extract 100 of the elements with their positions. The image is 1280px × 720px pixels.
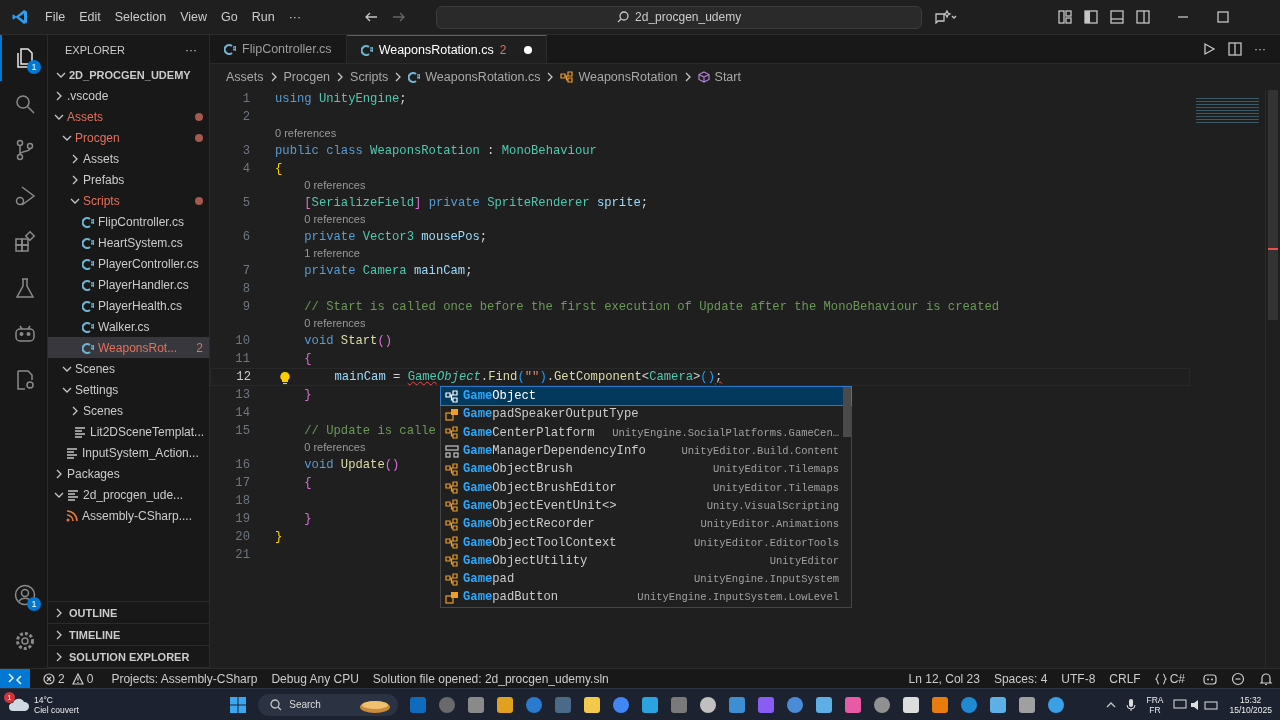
codelens-reference[interactable]: 0 references (304, 213, 366, 225)
menu-item[interactable]: View (173, 8, 214, 26)
explorer-root-item[interactable]: 2D_PROCGEN_UDEMY (48, 64, 209, 85)
round-app-icon[interactable] (525, 695, 544, 714)
bell-icon[interactable] (1259, 671, 1273, 686)
folder-tree-row[interactable]: Procgen (48, 127, 209, 148)
folder-tree-row[interactable]: Scripts (48, 190, 209, 211)
document-tree-row[interactable]: Walker.cs (48, 316, 209, 337)
folder-tree-row[interactable]: Scenes (48, 358, 209, 379)
square-app-icon[interactable] (815, 695, 834, 714)
menu-item[interactable]: Selection (107, 8, 174, 26)
square-app-icon[interactable] (989, 695, 1008, 714)
menu-item[interactable]: Edit (72, 8, 108, 26)
square-app-icon[interactable] (641, 695, 660, 714)
menu-item[interactable]: File (38, 8, 73, 26)
scrollbar-thumb[interactable] (1268, 90, 1278, 320)
split-editor-icon[interactable] (1228, 42, 1242, 56)
square-app-icon[interactable] (931, 695, 950, 714)
folder-tree-row[interactable]: .vscode (48, 85, 209, 106)
suggestion-item[interactable]: GameManagerDependencyInfo UnityEditor.Build.Content (441, 441, 851, 461)
document-tree-row[interactable]: HeartSystem.cs (48, 232, 209, 253)
suggestion-item[interactable]: GameObjectToolContext UnityEditor.EditorTools (441, 533, 851, 552)
codelens-reference[interactable]: 1 reference (304, 247, 360, 259)
codelens-reference[interactable]: 0 references (304, 317, 366, 329)
breadcrumb-item[interactable]: Start (714, 70, 741, 84)
square-app-icon[interactable] (902, 695, 921, 714)
lightbulb-icon[interactable] (279, 371, 291, 385)
windows-start-icon[interactable] (229, 695, 248, 714)
suggestion-item[interactable]: Gamepad UnityEngine.InputSystem (441, 569, 851, 589)
document-tree-row[interactable]: PlayerHandler.cs (48, 274, 209, 295)
codelens-reference[interactable]: 0 references (304, 179, 366, 191)
square-app-icon[interactable] (1018, 695, 1037, 714)
document-tree-row[interactable]: FlipController.cs (48, 211, 209, 232)
square-app-icon[interactable] (844, 695, 863, 714)
suggestion-item[interactable]: GameObjectUtility UnityEditor (441, 551, 851, 570)
breadcrumb-item[interactable]: Procgen (283, 70, 331, 84)
panel-toggle-icon[interactable] (1110, 10, 1124, 24)
suggestion-item[interactable]: GameObjectEventUnit<> Unity.VisualScripting (441, 496, 851, 516)
microphone-icon[interactable] (1126, 697, 1137, 712)
round-app-icon[interactable] (960, 695, 979, 714)
breadcrumb-item[interactable]: Assets (226, 70, 264, 84)
more-actions[interactable]: ··· (1254, 42, 1266, 56)
menu-item[interactable]: Go (214, 8, 245, 26)
breadcrumb-item[interactable]: Scripts (350, 70, 389, 84)
codelens-reference[interactable]: 0 references (304, 441, 366, 453)
more-actions[interactable]: ··· (185, 42, 197, 57)
collapsed-section-header[interactable]: TIMELINE (48, 624, 209, 646)
folder-tree-row[interactable]: Scenes (48, 400, 209, 421)
secondary-sidebar-icon[interactable] (1136, 10, 1150, 24)
suggestion-item[interactable]: GameObjectBrushEditor UnityEditor.Tilemaps (441, 478, 851, 497)
suggestion-item[interactable]: GameObjectBrush UnityEditor.Tilemaps (441, 460, 851, 479)
round-app-icon[interactable] (699, 695, 718, 714)
suggestion-item[interactable]: GamepadSpeakerOutputType (441, 405, 851, 424)
problems-indicator[interactable]: 2 0 (36, 671, 105, 686)
document-tree-row[interactable]: WeaponsRot... 2 (48, 337, 209, 358)
document-tree-row[interactable]: PlayerController.cs (48, 253, 209, 274)
square-app-icon[interactable] (496, 695, 515, 714)
clock[interactable]: 15:32 15/10/2025 (1229, 694, 1272, 715)
status-item[interactable]: Solution file opened: 2d_procgen_udemy.sln (365, 671, 616, 686)
status-item[interactable]: UTF-8 (1054, 671, 1103, 686)
language-indicator[interactable]: FRA FR (1146, 694, 1164, 715)
suggestion-item[interactable]: GameCenterPlatform UnityEngine.SocialPlatforms.GameCen… (441, 423, 851, 442)
document-tree-row[interactable]: InputSystem_Action... (48, 442, 209, 463)
back-arrow-icon[interactable] (364, 10, 379, 24)
suggestion-item[interactable]: GameObjectRecorder UnityEditor.Animations (441, 515, 851, 534)
folder-tree-row[interactable]: Prefabs (48, 169, 209, 190)
network-speaker-battery-icon[interactable] (1173, 697, 1220, 712)
scrollbar-thumb[interactable] (843, 387, 851, 437)
breadcrumb-item[interactable]: WeaponsRotation (578, 70, 678, 84)
menu-item[interactable]: Run (244, 8, 282, 26)
status-item[interactable]: Ln 12, Col 23 (901, 671, 987, 686)
round-app-icon[interactable] (873, 695, 892, 714)
round-app-icon[interactable] (1047, 695, 1066, 714)
status-item[interactable]: CRLF (1102, 671, 1148, 686)
command-center-search[interactable]: 2d_procgen_udemy (436, 5, 923, 29)
document-tree-row[interactable]: 2d_procgen_ude... (48, 484, 209, 505)
remote-icon[interactable] (0, 668, 30, 689)
folder-tree-row[interactable]: Assets (48, 148, 209, 169)
extensions-icon[interactable] (12, 230, 37, 254)
document-tree-row[interactable]: Lit2DSceneTemplat... (48, 421, 209, 442)
document-tree-row[interactable]: PlayerHealth.cs (48, 295, 209, 316)
layout-icon[interactable] (1058, 10, 1072, 24)
codelens-reference[interactable]: 0 references (275, 127, 337, 139)
status-item[interactable]: Projects: Assembly-CSharp (104, 671, 265, 686)
breadcrumb-item[interactable]: WeaponsRotation.cs (425, 70, 541, 84)
maximize-icon[interactable] (1216, 10, 1230, 24)
folder-tree-row[interactable]: Packages (48, 463, 209, 484)
taskbar-search-field[interactable]: Search (258, 693, 399, 716)
round-app-icon[interactable] (612, 695, 631, 714)
round-app-icon[interactable] (786, 695, 805, 714)
suggestion-item[interactable]: GamepadButton UnityEngine.InputSystem.LowLevel (441, 588, 851, 607)
folder-tree-row[interactable]: Assets (48, 106, 209, 127)
status-item[interactable]: Spaces: 4 (986, 671, 1055, 686)
status-item[interactable]: Debug Any CPU (264, 671, 366, 686)
forward-arrow-icon[interactable] (392, 10, 407, 24)
menu-item[interactable]: ··· (281, 8, 309, 26)
language-mode[interactable]: C# (1147, 671, 1196, 686)
collapsed-section-header[interactable]: OUTLINE (48, 602, 209, 624)
sidebar-toggle-icon[interactable] (1084, 10, 1098, 24)
document-tree-row[interactable]: Assembly-CSharp.... (48, 505, 209, 526)
